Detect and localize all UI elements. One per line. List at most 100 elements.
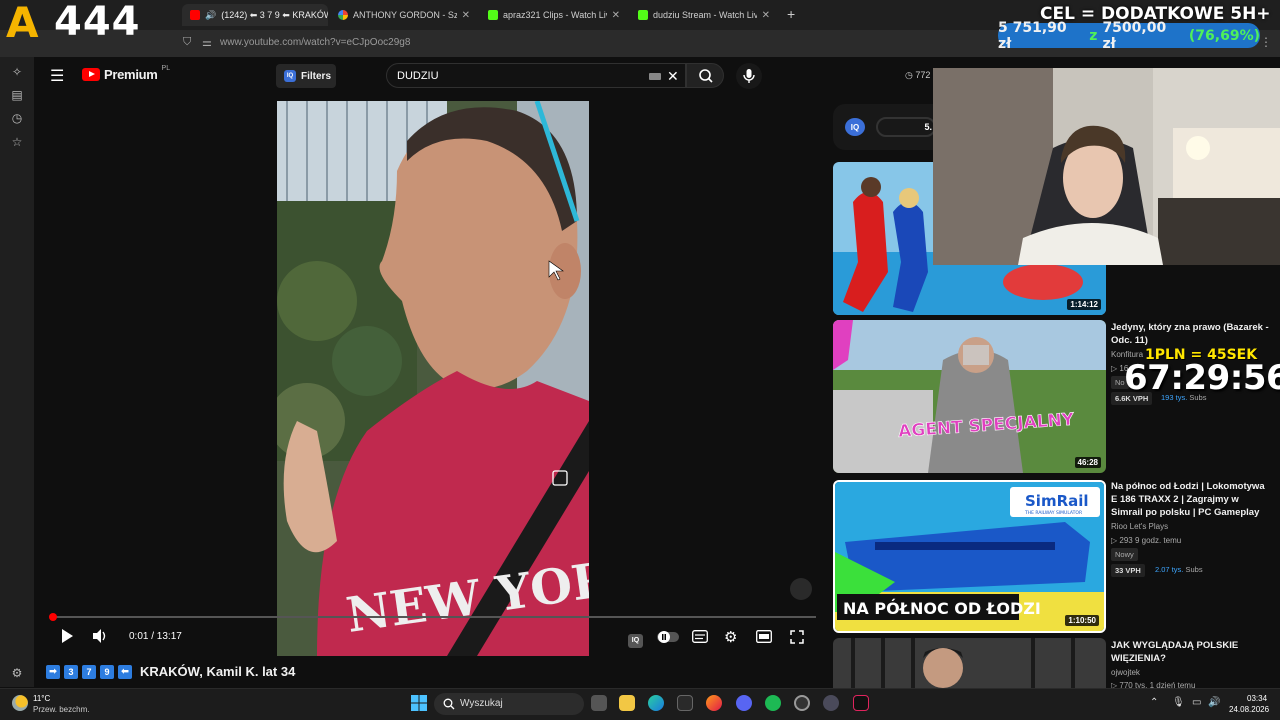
channel-name[interactable]: ojwojtek: [1111, 668, 1140, 677]
vph-badge: 33 VPH: [1111, 564, 1145, 577]
duration-badge: 1:10:50: [1065, 615, 1099, 626]
play-button[interactable]: [60, 628, 74, 647]
spotify-icon[interactable]: [765, 695, 781, 711]
progress-scrubber[interactable]: [49, 613, 57, 621]
tray-volume-icon[interactable]: 🔊: [1208, 697, 1220, 708]
settings-button[interactable]: ⚙: [724, 628, 737, 646]
kick-icon: [638, 10, 648, 20]
tiktok-icon[interactable]: [853, 695, 869, 711]
webcam-image: [933, 68, 1280, 265]
iq-button[interactable]: IQ: [628, 630, 643, 648]
close-icon[interactable]: ✕: [462, 10, 470, 21]
miniplayer-icon: [756, 630, 772, 643]
subs-value: 2.07: [1155, 565, 1170, 574]
tab-kick-clips[interactable]: apraz321 Clips - Watch Live on Kick ✕: [480, 4, 628, 26]
url-field[interactable]: www.youtube.com/watch?v=eCJpOoc29g8: [220, 37, 410, 48]
close-icon[interactable]: ✕: [762, 10, 770, 21]
iq-icon[interactable]: IQ: [845, 118, 865, 136]
hamburger-menu-icon[interactable]: ☰: [50, 66, 64, 86]
weather-icon[interactable]: [12, 695, 28, 711]
clock-date[interactable]: 24.08.2026: [1229, 705, 1269, 714]
tab-label: (1242) ⬅ 3 7 9 ⬅ KRAKÓW: [221, 9, 328, 20]
firefox-icon[interactable]: [706, 695, 722, 711]
youtube-logo[interactable]: Premium PL: [82, 65, 171, 82]
subtitles-button[interactable]: [692, 630, 708, 646]
discord-icon[interactable]: [736, 695, 752, 711]
google-icon: [338, 10, 348, 20]
digit-badge: 9: [100, 664, 114, 679]
fullscreen-button[interactable]: [790, 630, 804, 647]
channel-watermark-icon[interactable]: [790, 578, 812, 600]
tab-google[interactable]: ANTHONY GORDON - Szukaj w Google ✕: [330, 4, 478, 26]
recommendation-thumbnail[interactable]: AGENT SPECJALNY 46:28: [833, 320, 1106, 473]
goal-percent: (76,69%): [1188, 27, 1260, 44]
new-tab-button[interactable]: +: [787, 6, 795, 22]
header-views-value: 772: [915, 70, 931, 80]
logo-number: 444: [54, 0, 141, 45]
search-icon: [443, 698, 455, 710]
obs-icon[interactable]: [794, 695, 810, 711]
weather-desc: Przew. bezchm.: [33, 705, 90, 714]
progress-track[interactable]: [52, 616, 816, 618]
keyboard-icon[interactable]: [649, 73, 661, 80]
site-info-icon[interactable]: ⛉: [183, 36, 191, 49]
channel-name[interactable]: Rioo Let's Plays: [1111, 522, 1168, 531]
goal-separator: z: [1089, 27, 1098, 44]
subathon-timer: 67:29:56: [1124, 358, 1280, 398]
logo-word: Premium: [104, 67, 158, 82]
miniplayer-button[interactable]: [756, 630, 772, 646]
edge-icon[interactable]: [648, 695, 664, 711]
recommendation-thumbnail[interactable]: [833, 638, 1106, 688]
tab-kick-dudziu[interactable]: dudziu Stream - Watch Live on Kick ✕: [630, 4, 778, 26]
youtube-play-icon: [82, 68, 100, 81]
taskbar: [0, 688, 1280, 720]
gear-icon[interactable]: ⚙: [10, 666, 24, 680]
sparkle-icon[interactable]: ✧: [10, 65, 24, 79]
fullscreen-icon: [790, 630, 804, 644]
history-icon[interactable]: ◷: [10, 111, 24, 125]
start-button[interactable]: [411, 695, 427, 716]
tray-network-icon[interactable]: ▭: [1192, 697, 1201, 708]
speaker-icon: 🔊: [205, 9, 217, 20]
volume-button[interactable]: [92, 628, 108, 647]
taskbar-search[interactable]: Wyszukaj: [434, 693, 584, 715]
filters-button[interactable]: IQ Filters: [276, 64, 336, 88]
tune-icon[interactable]: ⚌: [202, 36, 212, 49]
menu-icon[interactable]: ⋮: [1260, 35, 1272, 49]
thumbnail-brand-sub: THE RAILWAY SIMULATOR: [1024, 510, 1082, 516]
tray-chevron-icon[interactable]: ⌃: [1150, 697, 1158, 708]
task-view-icon[interactable]: [591, 695, 607, 711]
collections-icon[interactable]: ▤: [10, 88, 24, 102]
settings-app-icon[interactable]: [823, 695, 839, 711]
kick-icon: [488, 10, 498, 20]
logo-region: PL: [161, 65, 171, 72]
file-explorer-icon[interactable]: [619, 695, 635, 711]
autoplay-icon: [657, 631, 679, 643]
video-title[interactable]: JAK WYGLĄDAJĄ POLSKIE WIĘZIENIA?: [1111, 639, 1271, 665]
thumbnail-caption: NA PÓŁNOC OD ŁODZI: [843, 599, 1041, 618]
sidebar-pill[interactable]: 5.: [876, 117, 936, 137]
video-title[interactable]: Na północ od Łodzi | Lokomotywa E 186 TR…: [1111, 480, 1271, 519]
browser-side-rail: ✧ ▤ ◷ ☆ ⚙: [0, 57, 34, 687]
recommendation-thumbnail[interactable]: SimRail THE RAILWAY SIMULATOR NA PÓŁNOC …: [833, 480, 1106, 633]
voice-search-button[interactable]: [736, 63, 762, 89]
autoplay-toggle[interactable]: [657, 630, 679, 647]
tray-mic-icon[interactable]: 🎙: [1172, 697, 1185, 708]
tab-youtube[interactable]: 🔊 (1242) ⬅ 3 7 9 ⬅ KRAKÓW ✕: [182, 4, 328, 26]
clear-search-icon[interactable]: ✕: [667, 68, 679, 85]
star-icon[interactable]: ☆: [10, 135, 24, 149]
goal-target: 7500,00 zł: [1102, 19, 1167, 52]
search-input[interactable]: DUDZIU ✕: [386, 63, 686, 88]
new-badge: Nowy: [1111, 548, 1138, 561]
header-views: ◷ 772: [905, 70, 930, 81]
video-player[interactable]: NEW YORK: [277, 101, 589, 656]
close-icon[interactable]: ✕: [612, 10, 620, 21]
store-icon[interactable]: [677, 695, 693, 711]
thumbnail-image: AGENT SPECJALNY: [833, 320, 1106, 473]
clock-time[interactable]: 03:34: [1247, 694, 1267, 703]
video-title[interactable]: Jedyny, który zna prawo (Bazarek - Odc. …: [1111, 321, 1271, 347]
search-button[interactable]: [686, 63, 724, 88]
windows-icon: [411, 695, 427, 711]
webcam-overlay: [933, 68, 1280, 265]
duration-badge: 1:14:12: [1067, 299, 1101, 310]
